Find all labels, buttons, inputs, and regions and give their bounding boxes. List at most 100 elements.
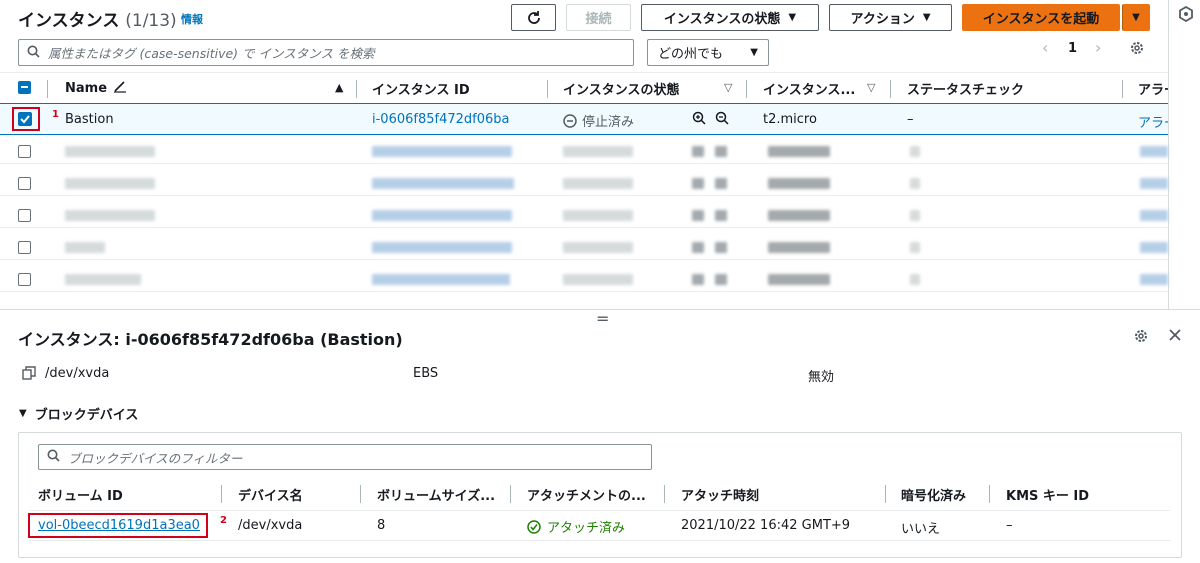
select-all-checkbox[interactable] bbox=[18, 81, 31, 94]
detail-title: インスタンス: i-0606f85f472df06ba (Bastion) bbox=[18, 330, 403, 349]
refresh-button[interactable] bbox=[511, 4, 556, 31]
redacted-status bbox=[910, 178, 920, 189]
prev-page-icon[interactable]: ‹ bbox=[1042, 38, 1048, 57]
page-title: インスタンス (1/13) bbox=[18, 11, 177, 31]
caret-down-icon: ▼ bbox=[19, 408, 27, 419]
redacted-name bbox=[65, 146, 155, 157]
caret-down-icon: ▼ bbox=[1132, 12, 1140, 23]
column-header-alarm[interactable]: アラー bbox=[1138, 73, 1168, 103]
settings-icon[interactable] bbox=[1129, 40, 1145, 60]
column-header-volume-size[interactable]: ボリュームサイズ... bbox=[377, 485, 495, 504]
actions-button[interactable]: アクション ▼ bbox=[829, 4, 952, 31]
column-header-attach-time[interactable]: アタッチ時刻 bbox=[681, 485, 759, 504]
sort-icon[interactable]: ▽ bbox=[724, 81, 732, 94]
redacted-state bbox=[563, 210, 633, 221]
edit-icon bbox=[113, 79, 127, 97]
annotation-number: 1 bbox=[52, 109, 59, 120]
attach-time: 2021/10/22 16:42 GMT+9 bbox=[681, 518, 851, 533]
instance-count: (1/13) bbox=[125, 11, 177, 31]
instance-state-button[interactable]: インスタンスの状態 ▼ bbox=[641, 4, 819, 31]
encrypted: いいえ bbox=[901, 522, 941, 537]
refresh-icon bbox=[527, 10, 540, 24]
redacted-alarm bbox=[1140, 242, 1168, 253]
launch-instance-button[interactable]: インスタンスを起動 bbox=[962, 4, 1120, 31]
row-checkbox[interactable] bbox=[18, 145, 31, 158]
redacted-type bbox=[768, 146, 830, 157]
zoom-out-icon[interactable] bbox=[715, 111, 729, 129]
connect-button[interactable]: 接続 bbox=[566, 4, 631, 31]
redacted-instance-id bbox=[372, 146, 512, 157]
row-checkbox[interactable] bbox=[18, 177, 31, 190]
kms-key-id: – bbox=[1006, 518, 1013, 533]
root-device-name: /dev/xvda bbox=[45, 366, 110, 381]
redacted-type bbox=[768, 210, 830, 221]
redacted-status bbox=[910, 274, 920, 285]
zoom-in-icon[interactable] bbox=[692, 111, 706, 129]
redacted-icon bbox=[715, 210, 727, 221]
block-device-section-toggle[interactable]: ▼ ブロックデバイス bbox=[19, 404, 138, 423]
cloudshell-icon[interactable] bbox=[1178, 5, 1194, 23]
search-icon bbox=[27, 45, 40, 61]
ebs-optimized: 無効 bbox=[808, 370, 835, 385]
instance-id-link[interactable]: i-0606f85f472df06ba bbox=[372, 112, 509, 127]
volume-id-link[interactable]: vol-0beecd1619d1a3ea0 bbox=[38, 518, 200, 533]
caret-down-icon: ▼ bbox=[750, 47, 758, 58]
redacted-state bbox=[563, 178, 633, 189]
redacted-alarm bbox=[1140, 178, 1168, 189]
check-circle-icon bbox=[527, 519, 541, 534]
page-number[interactable]: 1 bbox=[1068, 41, 1077, 56]
redacted-name bbox=[65, 274, 141, 285]
redacted-instance-id bbox=[372, 178, 514, 189]
stopped-icon bbox=[563, 113, 577, 128]
column-header-encrypted[interactable]: 暗号化済み bbox=[901, 485, 966, 504]
copy-icon[interactable] bbox=[22, 366, 36, 384]
instance-search-input[interactable]: 属性またはタグ (case-sensitive) で インスタンス を検索 bbox=[18, 39, 634, 66]
sort-ascending-icon[interactable]: ▲ bbox=[335, 81, 343, 94]
redacted-state bbox=[563, 274, 633, 285]
annotation-number: 2 bbox=[220, 515, 227, 526]
alarm-link[interactable]: アラー bbox=[1138, 112, 1168, 131]
column-header-attachment-status[interactable]: アタッチメントの... bbox=[527, 485, 646, 504]
block-device-filter-input[interactable]: ブロックデバイスのフィルター bbox=[38, 444, 652, 470]
device-name: /dev/xvda bbox=[238, 518, 303, 533]
redacted-state bbox=[563, 146, 633, 157]
column-header-instance-type[interactable]: インスタンス... bbox=[763, 73, 855, 103]
redacted-icon bbox=[715, 242, 727, 253]
column-header-volume-id[interactable]: ボリューム ID bbox=[38, 485, 123, 504]
row-checkbox[interactable] bbox=[18, 209, 31, 222]
redacted-icon bbox=[715, 178, 727, 189]
column-header-kms-key-id[interactable]: KMS キー ID bbox=[1006, 485, 1089, 504]
sort-icon[interactable]: ▽ bbox=[867, 81, 875, 94]
attachment-status: アタッチ済み bbox=[527, 517, 625, 536]
root-device-type: EBS bbox=[413, 366, 439, 381]
caret-down-icon: ▼ bbox=[922, 12, 931, 23]
column-header-device-name[interactable]: デバイス名 bbox=[238, 485, 303, 504]
info-link[interactable]: 情報 bbox=[181, 11, 203, 27]
region-select[interactable]: どの州でも ▼ bbox=[647, 39, 769, 66]
redacted-status bbox=[910, 210, 920, 221]
redacted-type bbox=[768, 274, 830, 285]
redacted-icon bbox=[692, 242, 704, 253]
instance-state: 停止済み bbox=[563, 111, 634, 130]
redacted-instance-id bbox=[372, 274, 510, 285]
next-page-icon[interactable]: › bbox=[1095, 38, 1101, 57]
row-checkbox-checked[interactable] bbox=[18, 112, 32, 126]
redacted-icon bbox=[715, 146, 727, 157]
row-checkbox[interactable] bbox=[18, 241, 31, 254]
close-icon[interactable] bbox=[1167, 327, 1183, 347]
detail-settings-icon[interactable] bbox=[1133, 328, 1149, 348]
column-header-instance-id[interactable]: インスタンス ID bbox=[372, 73, 470, 103]
redacted-status bbox=[910, 242, 920, 253]
redacted-icon bbox=[715, 274, 727, 285]
column-header-instance-state[interactable]: インスタンスの状態 bbox=[563, 73, 679, 103]
instance-name: Bastion bbox=[65, 112, 114, 127]
redacted-state bbox=[563, 242, 633, 253]
column-header-name[interactable]: Name bbox=[65, 73, 127, 103]
row-checkbox[interactable] bbox=[18, 273, 31, 286]
status-check: – bbox=[907, 112, 914, 127]
column-header-status-check[interactable]: ステータスチェック bbox=[907, 73, 1024, 103]
resize-handle-icon[interactable]: = bbox=[596, 309, 609, 328]
redacted-alarm bbox=[1140, 274, 1168, 285]
redacted-alarm bbox=[1140, 210, 1168, 221]
launch-dropdown-button[interactable]: ▼ bbox=[1122, 4, 1150, 31]
